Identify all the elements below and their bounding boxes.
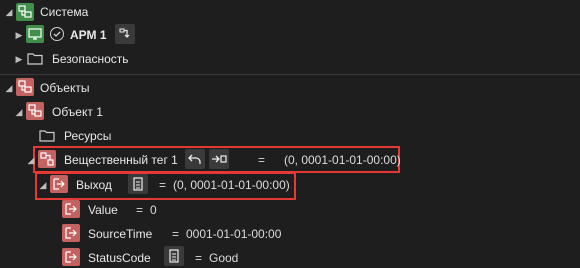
workstation-icon [26, 25, 44, 43]
tree-item-arm[interactable]: АРМ 1 [70, 28, 107, 42]
objects-icon [16, 78, 34, 96]
check-circle-icon [50, 27, 64, 41]
tag-value: (0, 0001-01-01-00:00) [284, 153, 401, 167]
equals-sign: = [195, 251, 203, 265]
property-icon [62, 200, 80, 218]
tree-item-source-time[interactable]: SourceTime [88, 227, 152, 241]
equals-sign: = [159, 178, 167, 192]
system-icon [16, 3, 34, 21]
folder-icon [38, 126, 56, 144]
equals-sign: = [258, 153, 266, 167]
document-button[interactable] [128, 174, 148, 194]
equals-sign: = [172, 227, 180, 241]
write-value-button[interactable] [209, 149, 229, 169]
source-time-value: 0001-01-01-00:00 [186, 227, 282, 241]
expand-arrow-arm[interactable]: ▶ [14, 30, 24, 40]
tree-item-security[interactable]: Безопасность [52, 52, 129, 66]
expand-arrow-output[interactable]: ◢ [38, 180, 48, 190]
real-tag-icon [38, 150, 56, 168]
tree-item-status-code[interactable]: StatusCode [88, 251, 151, 265]
tree-item-output[interactable]: Выход [76, 178, 112, 192]
output-value: (0, 0001-01-01-00:00) [173, 178, 290, 192]
flow-action-button[interactable] [115, 24, 135, 44]
object-icon [26, 102, 44, 120]
value-value: 0 [150, 203, 157, 217]
property-icon [62, 248, 80, 266]
document-button[interactable] [164, 246, 184, 266]
output-icon [50, 175, 68, 193]
folder-icon [26, 49, 44, 67]
section-divider [0, 74, 580, 75]
tree-item-real-tag[interactable]: Вещественный тег 1 [64, 153, 178, 167]
status-code-value: Good [209, 251, 239, 265]
expand-arrow-security[interactable]: ▶ [14, 54, 24, 64]
tree-item-resources[interactable]: Ресурсы [64, 129, 111, 143]
expand-arrow-system[interactable]: ◢ [4, 7, 14, 17]
tree-item-system[interactable]: Система [40, 5, 88, 19]
expand-arrow-object1[interactable]: ◢ [14, 107, 24, 117]
equals-sign: = [136, 203, 144, 217]
expand-arrow-objects[interactable]: ◢ [4, 83, 14, 93]
tree-item-value[interactable]: Value [88, 203, 118, 217]
tree-item-object1[interactable]: Объект 1 [52, 105, 103, 119]
undo-button[interactable] [185, 149, 205, 169]
tree-item-objects[interactable]: Объекты [40, 81, 90, 95]
property-icon [62, 224, 80, 242]
expand-arrow-tag[interactable]: ◢ [26, 155, 36, 165]
